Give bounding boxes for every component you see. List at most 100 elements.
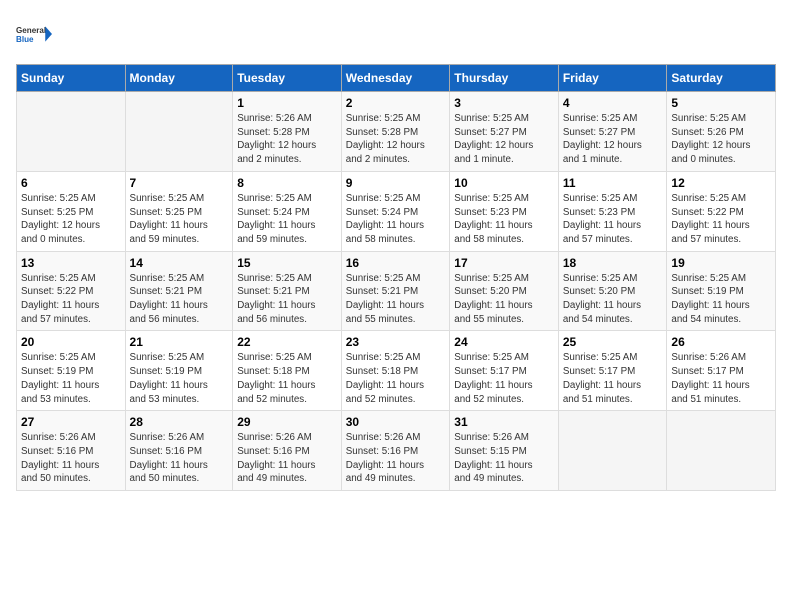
day-info: Sunrise: 5:25 AM Sunset: 5:26 PM Dayligh… <box>671 112 771 167</box>
day-number: 7 <box>130 176 229 190</box>
day-info: Sunrise: 5:25 AM Sunset: 5:23 PM Dayligh… <box>563 192 663 247</box>
day-info: Sunrise: 5:25 AM Sunset: 5:17 PM Dayligh… <box>563 351 663 406</box>
weekday-header: Monday <box>125 65 233 92</box>
day-number: 20 <box>21 335 121 349</box>
calendar-cell: 9 Sunrise: 5:25 AM Sunset: 5:24 PM Daylig… <box>341 171 450 251</box>
day-number: 16 <box>346 256 446 270</box>
calendar-cell: 5 Sunrise: 5:25 AM Sunset: 5:26 PM Daylig… <box>667 92 776 172</box>
day-number: 12 <box>671 176 771 190</box>
day-info: Sunrise: 5:25 AM Sunset: 5:28 PM Dayligh… <box>346 112 446 167</box>
day-number: 1 <box>237 96 337 110</box>
day-number: 31 <box>454 415 554 429</box>
day-info: Sunrise: 5:25 AM Sunset: 5:18 PM Dayligh… <box>237 351 337 406</box>
calendar-cell: 31Sunrise: 5:26 AM Sunset: 5:15 PM Dayli… <box>450 411 559 491</box>
calendar-cell: 4Sunrise: 5:25 AM Sunset: 5:27 PM Daylig… <box>558 92 667 172</box>
day-number: 29 <box>237 415 337 429</box>
day-info: Sunrise: 5:26 AM Sunset: 5:16 PM Dayligh… <box>130 431 229 486</box>
calendar-cell: 10 Sunrise: 5:25 AM Sunset: 5:23 PM Dayli… <box>450 171 559 251</box>
calendar-cell: 3 Sunrise: 5:25 AM Sunset: 5:27 PM Daylig… <box>450 92 559 172</box>
calendar-cell: 6 Sunrise: 5:25 AM Sunset: 5:25 PM Daylig… <box>17 171 126 251</box>
day-number: 25 <box>563 335 663 349</box>
calendar-header-row: SundayMondayTuesdayWednesdayThursdayFrid… <box>17 65 776 92</box>
day-number: 28 <box>130 415 229 429</box>
calendar-week-row: 6 Sunrise: 5:25 AM Sunset: 5:25 PM Daylig… <box>17 171 776 251</box>
day-number: 11 <box>563 176 663 190</box>
calendar-cell: 12 Sunrise: 5:25 AM Sunset: 5:22 PM Dayli… <box>667 171 776 251</box>
weekday-header: Friday <box>558 65 667 92</box>
day-info: Sunrise: 5:25 AM Sunset: 5:19 PM Dayligh… <box>21 351 121 406</box>
calendar-cell: 17 Sunrise: 5:25 AM Sunset: 5:20 PM Dayli… <box>450 251 559 331</box>
svg-text:Blue: Blue <box>16 35 34 44</box>
day-number: 27 <box>21 415 121 429</box>
calendar-cell <box>125 92 233 172</box>
calendar-cell: 18 Sunrise: 5:25 AM Sunset: 5:20 PM Dayli… <box>558 251 667 331</box>
day-info: Sunrise: 5:25 AM Sunset: 5:21 PM Dayligh… <box>130 272 229 327</box>
day-info: Sunrise: 5:25 AM Sunset: 5:27 PM Dayligh… <box>454 112 554 167</box>
calendar-cell: 25 Sunrise: 5:25 AM Sunset: 5:17 PM Dayli… <box>558 331 667 411</box>
calendar-cell: 20 Sunrise: 5:25 AM Sunset: 5:19 PM Dayli… <box>17 331 126 411</box>
day-info: Sunrise: 5:25 AM Sunset: 5:20 PM Dayligh… <box>454 272 554 327</box>
calendar-week-row: 27 Sunrise: 5:26 AM Sunset: 5:16 PM Dayli… <box>17 411 776 491</box>
calendar-week-row: 13Sunrise: 5:25 AM Sunset: 5:22 PM Dayli… <box>17 251 776 331</box>
day-info: Sunrise: 5:25 AM Sunset: 5:20 PM Dayligh… <box>563 272 663 327</box>
day-info: Sunrise: 5:25 AM Sunset: 5:27 PM Dayligh… <box>563 112 663 167</box>
logo-icon: GeneralBlue <box>16 16 52 52</box>
calendar-week-row: 1 Sunrise: 5:26 AM Sunset: 5:28 PM Daylig… <box>17 92 776 172</box>
weekday-header: Tuesday <box>233 65 342 92</box>
calendar-cell: 8 Sunrise: 5:25 AM Sunset: 5:24 PM Daylig… <box>233 171 342 251</box>
calendar-table: SundayMondayTuesdayWednesdayThursdayFrid… <box>16 64 776 491</box>
day-number: 6 <box>21 176 121 190</box>
svg-text:General: General <box>16 26 46 35</box>
day-info: Sunrise: 5:26 AM Sunset: 5:16 PM Dayligh… <box>346 431 446 486</box>
day-number: 30 <box>346 415 446 429</box>
weekday-header: Wednesday <box>341 65 450 92</box>
calendar-cell <box>667 411 776 491</box>
day-info: Sunrise: 5:25 AM Sunset: 5:22 PM Dayligh… <box>671 192 771 247</box>
weekday-header: Thursday <box>450 65 559 92</box>
day-number: 15 <box>237 256 337 270</box>
day-number: 22 <box>237 335 337 349</box>
day-info: Sunrise: 5:25 AM Sunset: 5:25 PM Dayligh… <box>21 192 121 247</box>
day-info: Sunrise: 5:26 AM Sunset: 5:16 PM Dayligh… <box>21 431 121 486</box>
day-number: 18 <box>563 256 663 270</box>
calendar-week-row: 20 Sunrise: 5:25 AM Sunset: 5:19 PM Dayli… <box>17 331 776 411</box>
calendar-cell: 27 Sunrise: 5:26 AM Sunset: 5:16 PM Dayli… <box>17 411 126 491</box>
day-number: 8 <box>237 176 337 190</box>
calendar-cell: 15Sunrise: 5:25 AM Sunset: 5:21 PM Dayli… <box>233 251 342 331</box>
day-number: 26 <box>671 335 771 349</box>
day-number: 5 <box>671 96 771 110</box>
calendar-cell: 2 Sunrise: 5:25 AM Sunset: 5:28 PM Daylig… <box>341 92 450 172</box>
day-number: 3 <box>454 96 554 110</box>
calendar-cell: 22 Sunrise: 5:25 AM Sunset: 5:18 PM Dayli… <box>233 331 342 411</box>
day-number: 9 <box>346 176 446 190</box>
day-info: Sunrise: 5:25 AM Sunset: 5:23 PM Dayligh… <box>454 192 554 247</box>
day-info: Sunrise: 5:25 AM Sunset: 5:19 PM Dayligh… <box>130 351 229 406</box>
day-info: Sunrise: 5:25 AM Sunset: 5:18 PM Dayligh… <box>346 351 446 406</box>
calendar-cell: 16 Sunrise: 5:25 AM Sunset: 5:21 PM Dayli… <box>341 251 450 331</box>
day-number: 17 <box>454 256 554 270</box>
calendar-cell: 21 Sunrise: 5:25 AM Sunset: 5:19 PM Dayli… <box>125 331 233 411</box>
logo: GeneralBlue <box>16 16 52 52</box>
calendar-cell: 7Sunrise: 5:25 AM Sunset: 5:25 PM Daylig… <box>125 171 233 251</box>
calendar-cell: 19Sunrise: 5:25 AM Sunset: 5:19 PM Dayli… <box>667 251 776 331</box>
day-info: Sunrise: 5:25 AM Sunset: 5:24 PM Dayligh… <box>237 192 337 247</box>
day-number: 10 <box>454 176 554 190</box>
header: GeneralBlue <box>16 16 776 52</box>
day-info: Sunrise: 5:26 AM Sunset: 5:16 PM Dayligh… <box>237 431 337 486</box>
day-info: Sunrise: 5:25 AM Sunset: 5:21 PM Dayligh… <box>346 272 446 327</box>
calendar-cell: 26 Sunrise: 5:26 AM Sunset: 5:17 PM Dayli… <box>667 331 776 411</box>
calendar-cell: 11 Sunrise: 5:25 AM Sunset: 5:23 PM Dayli… <box>558 171 667 251</box>
calendar-cell: 23 Sunrise: 5:25 AM Sunset: 5:18 PM Dayli… <box>341 331 450 411</box>
day-info: Sunrise: 5:26 AM Sunset: 5:17 PM Dayligh… <box>671 351 771 406</box>
day-number: 2 <box>346 96 446 110</box>
weekday-header: Sunday <box>17 65 126 92</box>
day-number: 23 <box>346 335 446 349</box>
day-info: Sunrise: 5:25 AM Sunset: 5:17 PM Dayligh… <box>454 351 554 406</box>
calendar-cell: 1 Sunrise: 5:26 AM Sunset: 5:28 PM Daylig… <box>233 92 342 172</box>
day-info: Sunrise: 5:25 AM Sunset: 5:24 PM Dayligh… <box>346 192 446 247</box>
day-info: Sunrise: 5:26 AM Sunset: 5:28 PM Dayligh… <box>237 112 337 167</box>
day-number: 21 <box>130 335 229 349</box>
calendar-cell: 30 Sunrise: 5:26 AM Sunset: 5:16 PM Dayli… <box>341 411 450 491</box>
calendar-cell: 14Sunrise: 5:25 AM Sunset: 5:21 PM Dayli… <box>125 251 233 331</box>
calendar-cell <box>17 92 126 172</box>
